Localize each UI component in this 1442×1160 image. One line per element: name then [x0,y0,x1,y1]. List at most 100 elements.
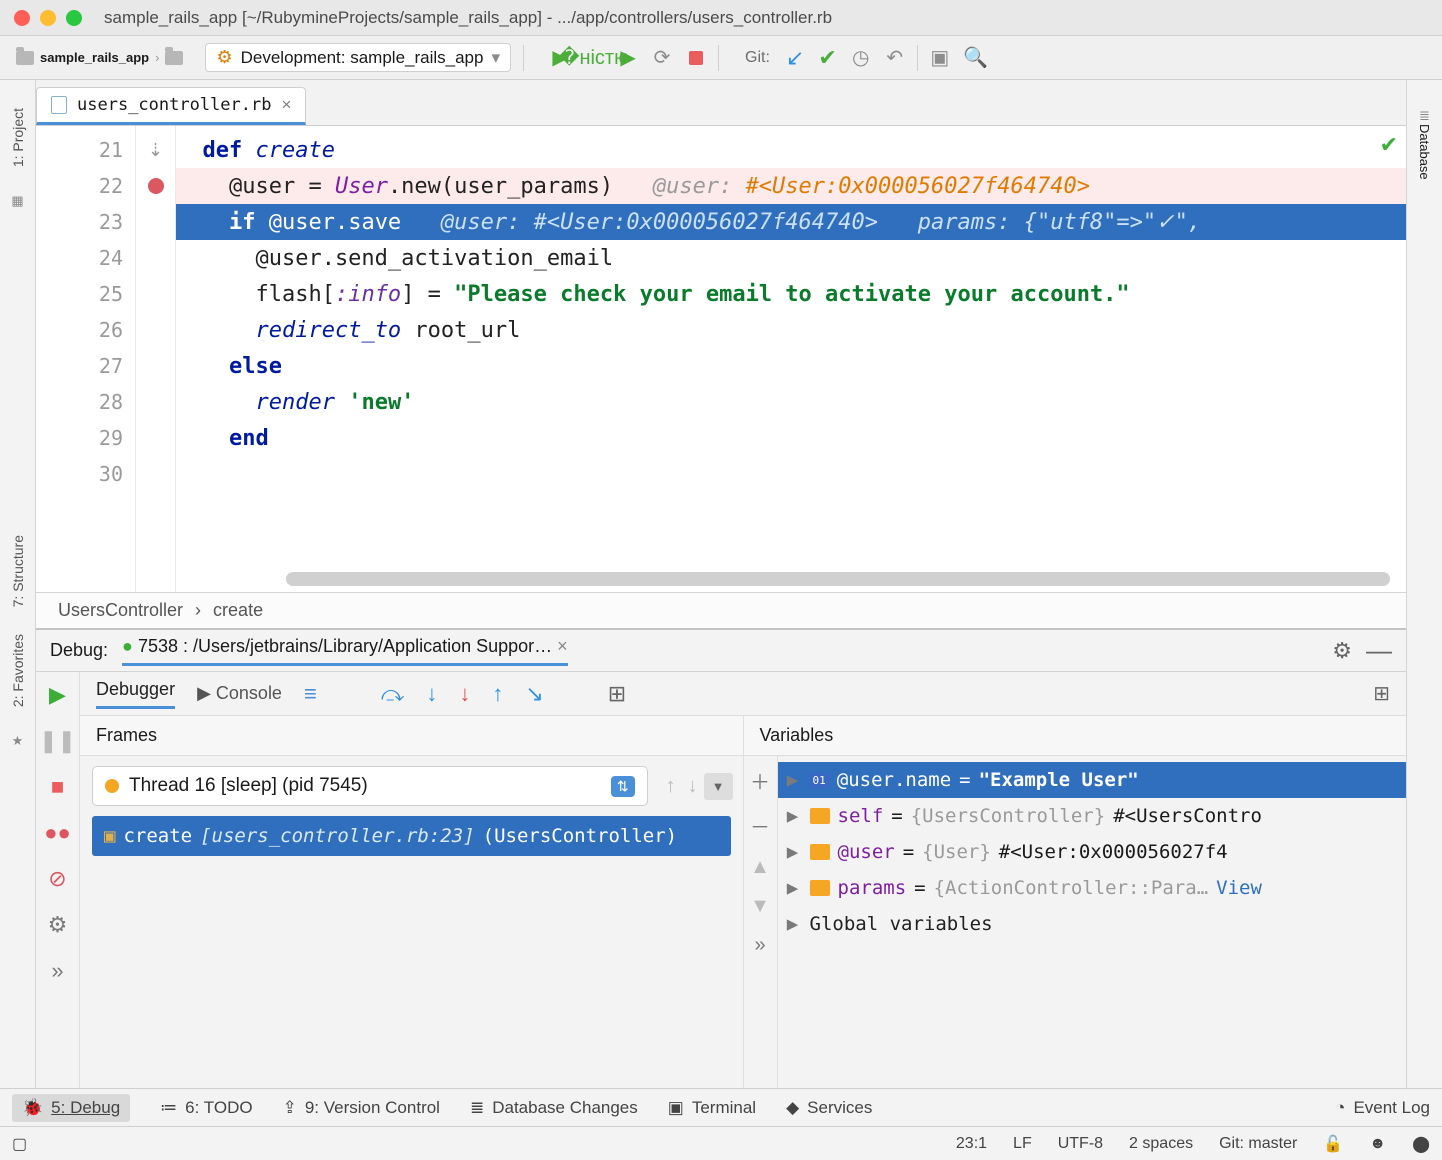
thread-selector[interactable]: Thread 16 [sleep] (pid 7545) ⇅ [92,766,648,806]
code-area[interactable]: def create @user = User.new(user_params)… [176,126,1406,592]
gear-icon[interactable]: ⚙ [1332,638,1352,664]
caret-position[interactable]: 23:1 [956,1135,987,1153]
search-everywhere-icon[interactable]: 🔍 [966,48,986,68]
project-name: sample_rails_app [40,50,149,65]
force-step-into-icon[interactable]: ↓ [459,681,470,707]
dbchanges-toolwindow-button[interactable]: ≣ Database Changes [470,1098,638,1118]
line-ending[interactable]: LF [1013,1135,1032,1153]
run-configuration-dropdown[interactable]: ⚙ Development: sample_rails_app ▾ [205,43,511,72]
module-icon[interactable]: ▦ [11,193,23,209]
watch-row[interactable]: ▶ 01 @user.name = "Example User" [778,762,1407,798]
debug-label: Debug: [50,640,108,661]
editor-tabs: users_controller.rb × [36,80,1406,126]
pause-button[interactable]: ❚❚ [39,728,76,754]
filter-frames-icon[interactable]: ▼ [704,773,733,800]
structure-toolwindow-tab[interactable]: 7: Structure [10,535,26,607]
code-editor[interactable]: ✔ 21 22 23 24 25 26 27 28 29 30 ⇣ [36,126,1406,592]
debug-session-tab[interactable]: ● 7538 : /Users/jetbrains/Library/Applic… [122,636,568,666]
main-toolbar: sample_rails_app › ⚙ Development: sample… [0,36,1442,80]
show-execution-point-icon[interactable]: ≡ [304,681,317,707]
services-toolwindow-button[interactable]: ◆ Services [786,1098,872,1118]
console-tab[interactable]: ▶ Console [197,683,282,704]
next-frame-icon[interactable]: ↓ [682,775,704,798]
git-commit-icon[interactable]: ✔ [818,45,836,71]
database-toolwindow-tab[interactable]: Database [1417,124,1432,180]
evaluate-expression-icon[interactable]: ⊞ [608,681,626,707]
window-controls [14,10,82,26]
mute-breakpoints-button[interactable]: ⊘ [48,866,66,892]
move-up-icon[interactable]: ▲ [750,856,770,879]
step-over-icon[interactable]: ⤼ [381,681,405,707]
database-icon[interactable]: ≣ [1419,108,1430,124]
expand-icon[interactable]: ▶ [784,841,802,863]
breakpoint-icon[interactable] [148,178,164,194]
add-watch-icon[interactable]: ＋ [750,766,770,795]
variable-row[interactable]: ▶ params = {ActionController::Para… View [778,870,1407,906]
editor-tab-users-controller[interactable]: users_controller.rb × [36,87,306,125]
view-breakpoints-button[interactable]: ●● [44,820,71,846]
variable-row[interactable]: ▶ Global variables [778,906,1407,942]
editor-tab-label: users_controller.rb [77,95,271,115]
debug-toolwindow-button[interactable]: 🐞 5: Debug [12,1094,130,1122]
favorites-toolwindow-tab[interactable]: 2: Favorites [10,634,26,707]
run-configuration-name: Development: sample_rails_app [241,48,484,68]
project-crumb[interactable]: sample_rails_app › [8,46,191,69]
minimize-window-icon[interactable] [40,10,56,26]
run-to-cursor-icon[interactable]: ↘ [525,681,543,707]
move-down-icon[interactable]: ▼ [750,895,770,918]
quick-list-icon[interactable]: ▢ [12,1134,27,1154]
vcs-toolwindow-button[interactable]: ⇪ 9: Version Control [283,1098,440,1118]
project-toolwindow-tab[interactable]: 1: Project [10,108,26,167]
chevron-right-icon: › [195,600,201,621]
horizontal-scrollbar[interactable] [286,572,1390,586]
debug-actions-sidebar: ▶ ❚❚ ■ ●● ⊘ ⚙ » [36,672,80,1088]
breadcrumb-class[interactable]: UsersController [58,600,183,621]
zoom-window-icon[interactable] [66,10,82,26]
stop-button[interactable] [686,48,706,68]
debugger-tab[interactable]: Debugger [96,679,175,709]
breadcrumb-method[interactable]: create [213,600,263,621]
prev-frame-icon[interactable]: ↑ [660,775,682,798]
variable-row[interactable]: ▶ @user = {User} #<User:0x000056027f4 [778,834,1407,870]
variable-row[interactable]: ▶ self = {UsersController} #<UsersContro [778,798,1407,834]
profiler-button[interactable]: ⟳ [652,48,672,68]
step-into-icon[interactable]: ↓ [426,681,437,707]
star-icon: ★ [12,733,24,749]
layout-settings-icon[interactable]: ⊞ [1373,681,1390,706]
more-button[interactable]: » [51,958,63,984]
left-tool-strip: 1: Project ▦ 7: Structure 2: Favorites ★ [0,80,36,1088]
step-out-icon[interactable]: ↑ [492,681,503,707]
settings-button[interactable]: ⚙ [48,912,68,938]
indent-setting[interactable]: 2 spaces [1129,1135,1193,1153]
todo-toolwindow-button[interactable]: ≔ 6: TODO [160,1098,252,1118]
notifications-icon[interactable]: ⬤ [1412,1134,1430,1154]
expand-icon[interactable]: ▶ [784,769,802,791]
file-encoding[interactable]: UTF-8 [1058,1135,1103,1153]
hide-panel-icon[interactable]: — [1366,635,1392,666]
folder-icon [165,51,183,65]
expand-icon[interactable]: ▶ [784,805,802,827]
terminal-toolwindow-button[interactable]: ▣ Terminal [668,1098,756,1118]
run-coverage-button[interactable]: ▶ [618,48,638,68]
eventlog-toolwindow-button[interactable]: ◔ Event Log [1335,1098,1430,1118]
git-branch[interactable]: Git: master [1219,1135,1297,1153]
expand-icon[interactable]: ▶ [784,913,802,935]
close-tab-icon[interactable]: × [281,95,291,115]
git-update-icon[interactable]: ↙ [786,45,804,71]
inspector-icon[interactable]: ☻ [1369,1135,1386,1153]
git-history-icon[interactable]: ◷ [851,48,871,68]
status-bar: ▢ 23:1 LF UTF-8 2 spaces Git: master 🔓 ☻… [0,1126,1442,1160]
readonly-icon[interactable]: 🔓 [1323,1134,1343,1154]
stop-debug-button[interactable]: ■ [51,774,64,800]
git-revert-icon[interactable]: ↶ [885,48,905,68]
more-icon[interactable]: » [754,934,765,957]
expand-icon[interactable]: ▶ [784,877,802,899]
remove-watch-icon[interactable]: － [750,811,770,840]
structure-breadcrumb[interactable]: UsersController › create [36,592,1406,628]
debug-button[interactable]: �ністю [584,48,604,68]
resume-button[interactable]: ▶ [49,682,66,708]
marker-gutter[interactable]: ⇣ [136,126,176,592]
run-anything-icon[interactable]: ▣ [930,48,950,68]
close-window-icon[interactable] [14,10,30,26]
stack-frame-row[interactable]: ▣ create [users_controller.rb:23] (Users… [92,816,731,856]
